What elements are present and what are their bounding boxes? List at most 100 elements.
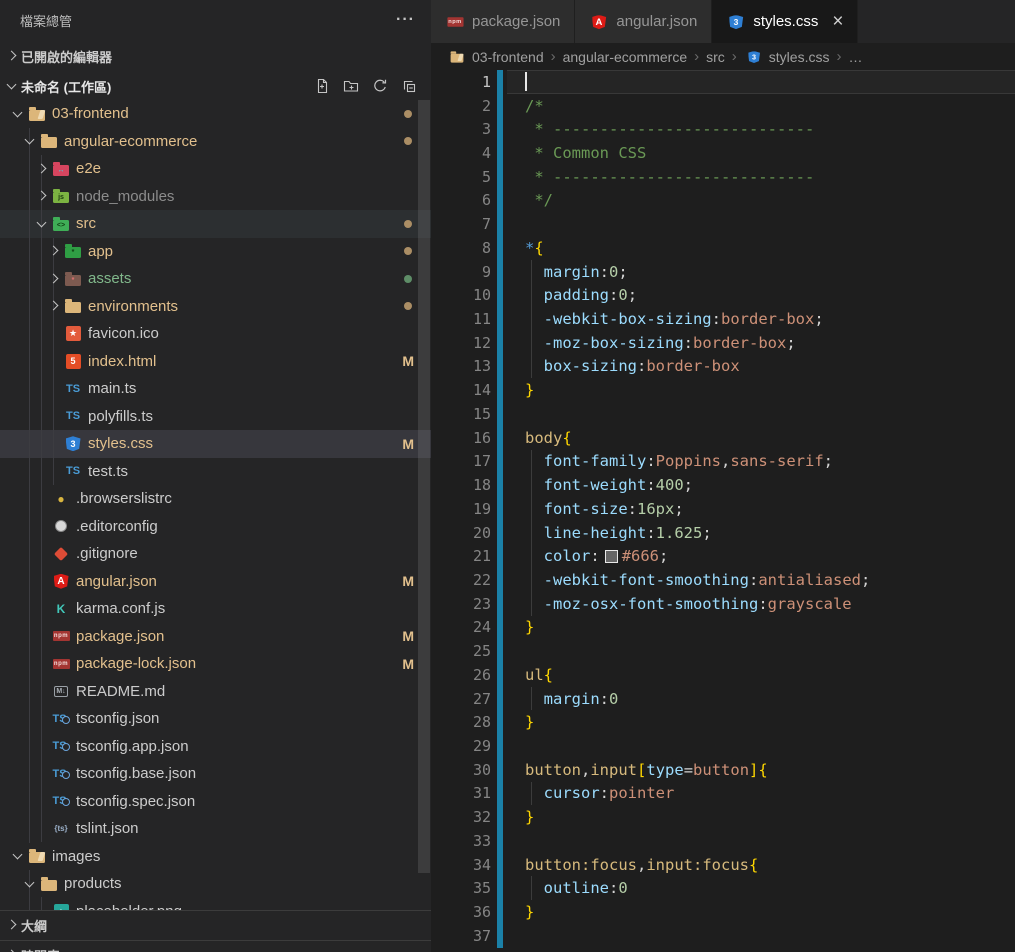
section-timeline[interactable]: 時間表	[0, 940, 431, 952]
code-line[interactable]: 37	[431, 923, 1015, 948]
tree-row[interactable]: TS main.ts	[0, 375, 431, 403]
tree-row[interactable]: TS tsconfig.json	[0, 705, 431, 733]
tree-row[interactable]: M↓ README.md	[0, 678, 431, 706]
refresh-explorer-icon[interactable]	[372, 78, 388, 94]
tree-item-label: app	[88, 242, 114, 260]
code-line[interactable]: 36}	[431, 900, 1015, 924]
breadcrumb-item[interactable]: angular-ecommerce	[563, 49, 688, 65]
token: ul	[525, 665, 544, 684]
breadcrumb-item[interactable]: 3 styles.css	[744, 48, 829, 66]
tab-styles.css[interactable]: 3 styles.css ×	[712, 0, 859, 43]
tree-row[interactable]: images	[0, 843, 431, 871]
code-line[interactable]: 9 margin:0;	[431, 259, 1015, 284]
code-line[interactable]: 25	[431, 639, 1015, 663]
code-line[interactable]: 23 -moz-osx-font-smoothing: grayscale	[431, 591, 1015, 616]
workspace-header[interactable]: 未命名 (工作區)	[0, 72, 431, 100]
tree-row[interactable]: TS polyfills.ts	[0, 403, 431, 431]
code-line[interactable]: 18 font-weight:400;	[431, 473, 1015, 497]
code-line[interactable]: 27 margin:0	[431, 686, 1015, 711]
tree-row[interactable]: angular-ecommerce	[0, 128, 431, 156]
breadcrumb-item[interactable]: 03-frontend	[447, 48, 544, 66]
tree-item-label: products	[64, 875, 122, 893]
tree-row[interactable]: ★ favicon.ico	[0, 320, 431, 348]
code-line[interactable]: 22 -webkit-font-smoothing: antialiased;	[431, 568, 1015, 592]
tree-row[interactable]: 5 index.html M	[0, 348, 431, 376]
tab-package.json[interactable]: npm package.json	[431, 0, 576, 43]
tree-row[interactable]: .editorconfig	[0, 513, 431, 541]
editor[interactable]: 1 2/* 3 * ---------------------------- 4 * …	[431, 70, 1015, 952]
code-line[interactable]: 24}	[431, 615, 1015, 640]
token: }	[525, 903, 535, 922]
tree-row[interactable]: TS test.ts	[0, 458, 431, 486]
code-line[interactable]: 21 color: #666;	[431, 544, 1015, 569]
tree-row[interactable]: * assets	[0, 265, 431, 293]
tree-row[interactable]: <> src	[0, 210, 431, 238]
chevron-right-icon	[34, 161, 51, 177]
tree-row[interactable]: ▲ placeholder.png	[0, 898, 431, 910]
code-line[interactable]: 10 padding:0;	[431, 283, 1015, 308]
tree-row[interactable]: products	[0, 870, 431, 898]
code-line[interactable]: 20 line-height:1.625;	[431, 520, 1015, 545]
code-text: color: #666;	[525, 544, 1015, 568]
code-line[interactable]: 32}	[431, 805, 1015, 829]
code-line[interactable]: 17 font-family: Poppins, sans-serif;	[431, 449, 1015, 474]
breadcrumb-item[interactable]: …	[848, 49, 862, 65]
code-line[interactable]: 16 body{	[431, 425, 1015, 450]
tree-row[interactable]: environments	[0, 293, 431, 321]
token: {	[543, 665, 554, 684]
tree-row[interactable]: 03-frontend	[0, 100, 431, 128]
code-line[interactable]: 34 button:focus, input:focus{	[431, 852, 1015, 877]
code-line[interactable]: 5 * ----------------------------	[431, 164, 1015, 189]
tree-row[interactable]: {ts} tslint.json	[0, 815, 431, 843]
code-line[interactable]: 26 ul{	[431, 662, 1015, 687]
tree-row[interactable]: ↔ e2e	[0, 155, 431, 183]
new-file-icon[interactable]	[314, 78, 330, 94]
tree-row[interactable]: .gitignore	[0, 540, 431, 568]
code-line[interactable]: 28}	[431, 710, 1015, 735]
tree-row[interactable]: npm package.json M	[0, 623, 431, 651]
code-line[interactable]: 31 cursor: pointer	[431, 781, 1015, 806]
tree-row[interactable]: js node_modules	[0, 183, 431, 211]
token: border-box	[721, 310, 815, 329]
code-line[interactable]: 6 */	[431, 188, 1015, 213]
section-outline[interactable]: 大綱	[0, 910, 431, 939]
code-line[interactable]: 11 -webkit-box-sizing: border-box;	[431, 307, 1015, 331]
tab-angular.json[interactable]: Aangular.json	[575, 0, 713, 43]
tree-row[interactable]: Aangular.json M	[0, 568, 431, 596]
code-line[interactable]: 3 * ----------------------------	[431, 117, 1015, 142]
tree-row[interactable]: npm package-lock.json M	[0, 650, 431, 678]
code-line[interactable]: 35 outline:0	[431, 876, 1015, 901]
code-line[interactable]: 30 button, input[type = button]{	[431, 757, 1015, 782]
tree-row[interactable]: * app	[0, 238, 431, 266]
tree-row[interactable]: Kkarma.conf.js	[0, 595, 431, 623]
code-line[interactable]: 12 -moz-box-sizing: border-box;	[431, 330, 1015, 355]
close-tab-icon[interactable]: ×	[832, 12, 843, 31]
code-line[interactable]: 4 * Common CSS	[431, 141, 1015, 165]
new-folder-icon[interactable]	[343, 78, 359, 94]
tree-row[interactable]: 3 styles.css M	[0, 430, 431, 458]
code-line[interactable]: 8 *{	[431, 236, 1015, 260]
tree-row[interactable]: TS tsconfig.base.json	[0, 760, 431, 788]
code-line[interactable]: 1	[431, 70, 1015, 94]
chevron-down-icon	[4, 78, 21, 94]
collapse-folders-icon[interactable]	[401, 78, 417, 94]
tree-row[interactable]: TS tsconfig.app.json	[0, 733, 431, 761]
code-line[interactable]: 2 /*	[431, 93, 1015, 118]
more-actions-icon[interactable]: ···	[396, 11, 415, 29]
code-line[interactable]: 19 font-size:16px;	[431, 496, 1015, 521]
code-line[interactable]: 33	[431, 829, 1015, 853]
code-line[interactable]: 29	[431, 734, 1015, 758]
token: grayscale	[767, 594, 852, 613]
token: :	[711, 310, 721, 329]
code-line[interactable]: 14}	[431, 378, 1015, 403]
tree-row[interactable]: ● .browserslistrc	[0, 485, 431, 513]
code-line[interactable]: 15	[431, 402, 1015, 426]
code-line[interactable]: 7	[431, 212, 1015, 237]
code-text: -webkit-box-sizing: border-box;	[525, 307, 1015, 331]
code-line[interactable]: 13 box-sizing: border-box	[431, 354, 1015, 379]
sidebar-scrollbar[interactable]	[418, 100, 430, 873]
section-open-editors[interactable]: 已開啟的編輯器	[0, 40, 431, 72]
tree-row[interactable]: TS tsconfig.spec.json	[0, 788, 431, 816]
color-swatch[interactable]	[604, 549, 618, 563]
breadcrumb-item[interactable]: src	[706, 49, 725, 65]
